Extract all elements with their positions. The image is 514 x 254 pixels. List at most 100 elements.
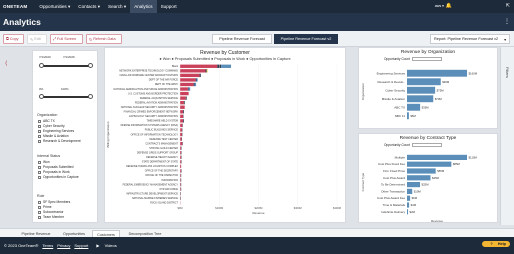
category-label: STRONG GUILD CENTER [149, 147, 178, 150]
copyright: © 2023 OneTeam® [4, 243, 39, 248]
checkbox-org[interactable]: Research & Development [38, 139, 81, 143]
data-label: $10M [414, 189, 422, 193]
checkbox-status[interactable]: Won [38, 160, 50, 164]
bar-segment [180, 69, 206, 73]
slider-handle[interactable] [39, 63, 44, 68]
bar [407, 188, 413, 194]
bar-segment [193, 82, 195, 87]
category-label: FEDERAL ACQUISITION SERVICE [140, 97, 179, 100]
terms-link[interactable]: Terms [42, 243, 53, 248]
category-label: OFFICE OF THE INSPECTOR [145, 174, 178, 177]
nav-analytics[interactable]: Analytics [130, 0, 157, 13]
checkbox-role[interactable]: Team Member [38, 215, 64, 219]
slider-handle[interactable] [88, 63, 93, 68]
data-label: $55M [437, 169, 445, 173]
probability-slider[interactable] [39, 94, 93, 99]
category-label: DFENSE INFORMATION SYSTEMS AGENCY (DISA) [121, 124, 179, 127]
category-label: U.S. CUSTOMS AND BORDER PROTECTION [128, 92, 178, 95]
data-label: $5M [410, 114, 416, 118]
checkbox-role[interactable]: Prime [38, 205, 52, 209]
nav-contacts[interactable]: Contacts ▾ [74, 0, 104, 13]
y-axis-label: Contract Type [361, 172, 365, 191]
bar [407, 195, 411, 201]
date-range-slider[interactable] [39, 63, 93, 68]
revenue-by-organization-chart[interactable]: Engineering Services $160M Research & Deve… [359, 63, 497, 129]
share-icon[interactable]: ⇱ [506, 3, 510, 9]
checkbox-role[interactable]: SF Spec Members [38, 200, 70, 204]
tab-pipeline-forecast-v2[interactable]: Pipeline Revenue Forecast v2 [274, 34, 338, 44]
checkbox-status[interactable]: Proposals in Work [38, 170, 70, 174]
dropdown[interactable] [411, 57, 442, 61]
bar-segment [196, 78, 198, 82]
support-link[interactable]: Support [74, 243, 88, 248]
data-label: $25M [422, 183, 430, 187]
data-label: $45M [432, 176, 440, 180]
prob-min-label: 0% [39, 87, 44, 91]
bar-segment [185, 96, 187, 100]
dropdown[interactable] [411, 143, 442, 147]
category-label: Blank [172, 65, 179, 68]
category-label: DEFENSE GRIDS SUPPORT GROUP [137, 151, 178, 154]
refresh-button[interactable]: ↻ Refresh Data [86, 34, 122, 44]
role-title: Role [37, 194, 45, 198]
opportunity-count-filter[interactable]: Opportunity Count [384, 143, 442, 147]
bar-segment [180, 87, 188, 91]
videos-link[interactable]: ▶ Videos [92, 243, 116, 248]
category-label: Cost Plus Award [383, 176, 405, 180]
bar [407, 161, 452, 167]
revenue-by-customer-chart[interactable]: Blank NETWORK ENTERPRISE TECHNOLOGY COMMA… [105, 62, 345, 222]
opportunity-count-filter[interactable]: Opportunity Count [384, 57, 442, 61]
user-menu[interactable]: aws ▾ [435, 4, 444, 8]
page-title: Analytics [3, 17, 41, 27]
date-max-label: 7/1/2026 [63, 55, 75, 59]
bar-segment [180, 114, 184, 118]
bar-segment [180, 132, 182, 137]
report-select[interactable]: Report: Pipeline Revenue Forecast v2 ▾ [430, 34, 510, 44]
checkbox-status[interactable]: Opportunities in Capture [38, 175, 79, 179]
tab-pipeline-forecast[interactable]: Pipeline Revenue Forecast [212, 34, 272, 44]
bar-segment [221, 64, 232, 68]
category-label: INFRASTRUCTURE DEVELOPMENT SERVICE [126, 192, 178, 195]
slider-handle[interactable] [88, 94, 93, 99]
bar-segment [180, 73, 200, 78]
privacy-link[interactable]: Privacy [57, 243, 70, 248]
nav-search[interactable]: Search ▾ [104, 0, 130, 13]
nav-support[interactable]: Support [157, 0, 181, 13]
edit-button[interactable]: ✎ Edit [27, 34, 47, 44]
copy-button[interactable]: ⧉ Copy [3, 34, 24, 44]
collapse-filters-icon[interactable]: ⟨ [5, 60, 7, 67]
category-label: DEFENSE HUMAN ASS LOGISTICS COMPLEX [126, 165, 178, 168]
date-min-label: 7/1/2020 [39, 55, 51, 59]
checkbox-org[interactable]: ABC TX [38, 119, 55, 123]
category-label: ECHNOLOGY SECURITY ADMINISTRATION [129, 115, 178, 118]
checkbox-org[interactable]: Cyber Security [38, 124, 65, 128]
bar-segment [180, 123, 183, 128]
chart-title: Revenue by Contract Type [399, 136, 457, 141]
brand-logo[interactable]: ONETEAM [3, 4, 27, 9]
data-label: $90M [442, 80, 450, 84]
more-options-icon[interactable]: ⋮ [504, 18, 510, 25]
filters-rail-label[interactable]: Filters [505, 67, 510, 78]
checkbox-org[interactable]: Engineering Services [38, 129, 74, 133]
help-button[interactable]: ? Help [482, 241, 510, 247]
filters-rail[interactable]: Filters [500, 47, 514, 225]
revenue-by-contract-type-chart[interactable]: Multiple $115M Cost Plus Fixed Fee $85M Firm… [359, 149, 497, 223]
checkbox-status[interactable]: Proposals Submitted [38, 165, 73, 169]
checkbox-org[interactable]: Missile & Aviation [38, 134, 69, 138]
bar-segment [188, 87, 191, 91]
category-label: DEPT OF THE ARMY [155, 83, 179, 86]
fullscreen-button[interactable]: ⤢ Full Screen [50, 34, 83, 44]
bar-segment [180, 119, 184, 123]
refresh-icon: ↻ [89, 37, 93, 42]
category-label: Cyber Security [385, 89, 405, 93]
report-page-tabs: Pipeline Revenue Opportunities Customers… [0, 228, 514, 238]
bar-segment [180, 64, 218, 68]
slider-handle[interactable] [39, 94, 44, 99]
nav-opportunities[interactable]: Opportunities ▾ [35, 0, 74, 13]
bell-icon[interactable]: 🔔 [446, 3, 452, 9]
category-label: Multiple [395, 155, 406, 159]
bar-segment [205, 69, 207, 73]
category-label: NAVAL AIR WARFARE CENTER AIRCRAFT DIVISI… [120, 74, 179, 77]
checkbox-role[interactable]: Subcontractor [38, 210, 64, 214]
category-label: PUBLIC BUILDINGS SERVICE [145, 129, 179, 132]
